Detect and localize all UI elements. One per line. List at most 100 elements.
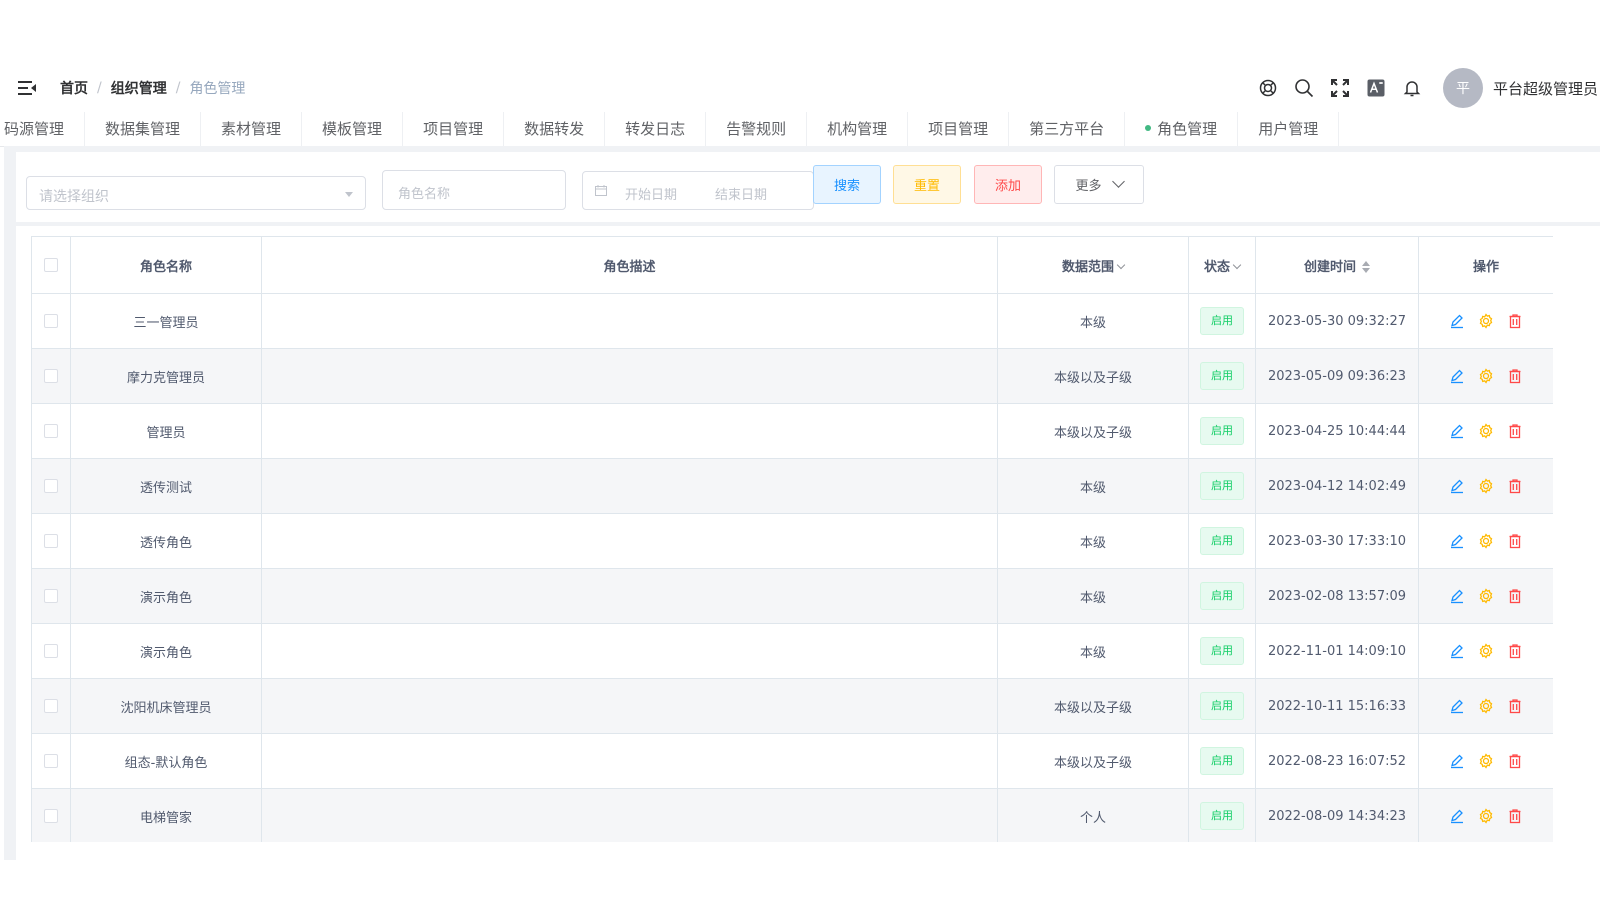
edit-icon[interactable] bbox=[1449, 808, 1465, 824]
table-row: 摩力克管理员 本级以及子级 启用 2023-05-09 09:36:23 bbox=[31, 348, 1553, 404]
row-checkbox[interactable] bbox=[44, 479, 58, 493]
breadcrumb-home[interactable]: 首页 bbox=[60, 78, 88, 98]
settings-icon[interactable] bbox=[1478, 368, 1494, 384]
search-icon[interactable] bbox=[1293, 77, 1315, 99]
tag-data-forward[interactable]: 数据转发 bbox=[504, 112, 606, 146]
tag-label: 模板管理 bbox=[322, 120, 383, 138]
table-layer: 角色名称 角色描述 数据范围 状态 创建时间 操作 三一管理员 本级 启用 2023-… bbox=[4, 146, 1600, 860]
cell-role-name: 摩力克管理员 bbox=[70, 348, 262, 404]
status-badge: 启用 bbox=[1200, 417, 1244, 445]
settings-icon[interactable] bbox=[1478, 643, 1494, 659]
row-checkbox[interactable] bbox=[44, 754, 58, 768]
status-badge: 启用 bbox=[1200, 637, 1244, 665]
col-header-scope[interactable]: 数据范围 bbox=[997, 236, 1189, 294]
edit-icon[interactable] bbox=[1449, 423, 1465, 439]
tag-user[interactable]: 用户管理 bbox=[1238, 112, 1340, 146]
delete-icon[interactable] bbox=[1507, 368, 1523, 384]
edit-icon[interactable] bbox=[1449, 643, 1465, 659]
delete-icon[interactable] bbox=[1507, 313, 1523, 329]
cell-created-time: 2022-08-23 16:07:52 bbox=[1255, 733, 1419, 789]
delete-icon[interactable] bbox=[1507, 643, 1523, 659]
row-checkbox[interactable] bbox=[44, 424, 58, 438]
navbar: 首页 / 组织管理 / 角色管理 平 平台超级管理员 bbox=[0, 64, 1600, 112]
select-all-checkbox[interactable] bbox=[44, 258, 58, 272]
help-icon[interactable] bbox=[1257, 77, 1279, 99]
cell-ops bbox=[1418, 458, 1553, 514]
edit-icon[interactable] bbox=[1449, 313, 1465, 329]
settings-icon[interactable] bbox=[1478, 588, 1494, 604]
cell-status: 启用 bbox=[1188, 403, 1256, 459]
row-checkbox[interactable] bbox=[44, 589, 58, 603]
filter-caret-icon bbox=[1116, 260, 1126, 269]
sort-icon[interactable] bbox=[1362, 261, 1370, 273]
edit-icon[interactable] bbox=[1449, 753, 1465, 769]
cell-role-desc bbox=[261, 678, 998, 734]
row-checkbox[interactable] bbox=[44, 644, 58, 658]
tag-alarm-rule[interactable]: 告警规则 bbox=[706, 112, 808, 146]
tag-project-2[interactable]: 项目管理 bbox=[908, 112, 1010, 146]
fullscreen-icon[interactable] bbox=[1329, 77, 1351, 99]
hamburger-icon[interactable] bbox=[18, 80, 36, 96]
tag-dataset[interactable]: 数据集管理 bbox=[85, 112, 202, 146]
row-select-cell bbox=[31, 293, 71, 349]
row-actions bbox=[1420, 368, 1553, 384]
cell-data-scope: 本级以及子级 bbox=[997, 403, 1189, 459]
row-select-cell bbox=[31, 403, 71, 459]
tag-source[interactable]: 码源管理 bbox=[0, 112, 86, 146]
delete-icon[interactable] bbox=[1507, 753, 1523, 769]
cell-data-scope: 本级 bbox=[997, 568, 1189, 624]
settings-icon[interactable] bbox=[1478, 423, 1494, 439]
delete-icon[interactable] bbox=[1507, 478, 1523, 494]
edit-icon[interactable] bbox=[1449, 698, 1465, 714]
row-select-cell bbox=[31, 568, 71, 624]
tag-template[interactable]: 模板管理 bbox=[302, 112, 404, 146]
row-checkbox[interactable] bbox=[44, 314, 58, 328]
breadcrumb-org[interactable]: 组织管理 bbox=[111, 78, 167, 98]
delete-icon[interactable] bbox=[1507, 808, 1523, 824]
tag-institution[interactable]: 机构管理 bbox=[807, 112, 909, 146]
delete-icon[interactable] bbox=[1507, 533, 1523, 549]
row-checkbox[interactable] bbox=[44, 369, 58, 383]
settings-icon[interactable] bbox=[1478, 533, 1494, 549]
row-actions bbox=[1420, 533, 1553, 549]
table-row: 透传角色 本级 启用 2023-03-30 17:33:10 bbox=[31, 513, 1553, 569]
settings-icon[interactable] bbox=[1478, 808, 1494, 824]
row-checkbox[interactable] bbox=[44, 809, 58, 823]
edit-icon[interactable] bbox=[1449, 588, 1465, 604]
row-checkbox[interactable] bbox=[44, 534, 58, 548]
row-select-cell bbox=[31, 678, 71, 734]
delete-icon[interactable] bbox=[1507, 588, 1523, 604]
tag-role[interactable]: 角色管理 bbox=[1125, 112, 1239, 146]
col-header-created[interactable]: 创建时间 bbox=[1255, 236, 1419, 294]
cell-ops bbox=[1418, 513, 1553, 569]
tag-project[interactable]: 项目管理 bbox=[403, 112, 505, 146]
cell-created-time: 2022-10-11 15:16:33 bbox=[1255, 678, 1419, 734]
username[interactable]: 平台超级管理员 bbox=[1493, 78, 1598, 99]
edit-icon[interactable] bbox=[1449, 478, 1465, 494]
settings-icon[interactable] bbox=[1478, 753, 1494, 769]
table-body: 三一管理员 本级 启用 2023-05-30 09:32:27 摩力克管理员 本级以及子级… bbox=[31, 293, 1553, 842]
breadcrumb-separator: / bbox=[175, 80, 181, 96]
delete-icon[interactable] bbox=[1507, 423, 1523, 439]
cell-data-scope: 本级 bbox=[997, 293, 1189, 349]
cell-role-desc bbox=[261, 513, 998, 569]
col-header-status[interactable]: 状态 bbox=[1188, 236, 1256, 294]
row-checkbox[interactable] bbox=[44, 699, 58, 713]
tag-label: 用户管理 bbox=[1258, 120, 1319, 138]
edit-icon[interactable] bbox=[1449, 533, 1465, 549]
cell-ops bbox=[1418, 733, 1553, 789]
avatar[interactable]: 平 bbox=[1442, 68, 1483, 108]
cell-role-desc bbox=[261, 403, 998, 459]
bell-icon[interactable] bbox=[1401, 77, 1423, 99]
settings-icon[interactable] bbox=[1478, 698, 1494, 714]
settings-icon[interactable] bbox=[1478, 313, 1494, 329]
col-header-desc: 角色描述 bbox=[261, 236, 998, 294]
tag-material[interactable]: 素材管理 bbox=[201, 112, 303, 146]
delete-icon[interactable] bbox=[1507, 698, 1523, 714]
settings-icon[interactable] bbox=[1478, 478, 1494, 494]
tag-third-party[interactable]: 第三方平台 bbox=[1009, 112, 1126, 146]
language-icon[interactable] bbox=[1365, 77, 1387, 99]
table-row: 电梯管家 个人 启用 2022-08-09 14:34:23 bbox=[31, 788, 1553, 842]
tag-forward-log[interactable]: 转发日志 bbox=[605, 112, 707, 146]
edit-icon[interactable] bbox=[1449, 368, 1465, 384]
